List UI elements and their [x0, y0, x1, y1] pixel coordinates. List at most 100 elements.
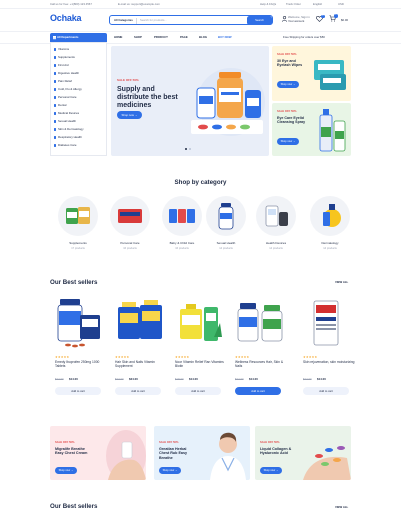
- banner-chest-cream: SALE OFF 50% Migralife Breathe Easy Ches…: [50, 426, 146, 480]
- product-name[interactable]: Wellness Resources Hair, Skin & Nails: [235, 360, 287, 368]
- product-name[interactable]: Noor Vitamin Relief Ran Vitamins Biotin: [175, 360, 227, 368]
- dept-item-sexual-health[interactable]: Sexual Health: [53, 119, 76, 123]
- search-category-select[interactable]: All Categories: [114, 18, 133, 22]
- promo-shop-button[interactable]: Shop now →: [277, 81, 299, 88]
- view-all-link[interactable]: VIEW ALL: [335, 280, 348, 284]
- bestsellers-title: Our Best sellers: [50, 279, 98, 286]
- category-card-supplements[interactable]: Supplements 17 products: [50, 196, 106, 258]
- product-name[interactable]: Skin rejuvenation, skin moisturizing: [303, 360, 355, 364]
- add-to-cart-button[interactable]: Add to cart: [303, 387, 349, 395]
- add-to-cart-button[interactable]: Add to cart: [115, 387, 161, 395]
- category-card-personal-care[interactable]: Personal Care 16 products: [102, 196, 158, 258]
- help-link[interactable]: Help & FAQs: [260, 2, 276, 6]
- currency-select[interactable]: USD: [338, 2, 344, 6]
- category-count: 16 products: [123, 247, 137, 250]
- dept-item-skin-dermatology[interactable]: Skin & Dermatology: [53, 127, 84, 131]
- category-image: [206, 196, 246, 236]
- price: $24.00: [129, 377, 138, 381]
- category-name: Supplements: [69, 241, 87, 245]
- product-name[interactable]: Hair Skin and Nails Vitamin Supplement: [115, 360, 167, 368]
- banner-shop-button[interactable]: Shop now →: [260, 467, 282, 474]
- category-image: [58, 196, 98, 236]
- phone-text: Call us for free: +1(800) 123 4567: [50, 1, 92, 6]
- category-name: Health Devices: [265, 241, 287, 245]
- product-name[interactable]: Emedy Ibuprofen 250mg 1000 Tablets: [55, 360, 107, 368]
- old-price: $27.00: [115, 377, 124, 381]
- nav-product[interactable]: PRODUCT: [154, 35, 168, 39]
- add-to-cart-button[interactable]: Add to cart: [235, 387, 281, 395]
- category-card-sexual-health[interactable]: Sexual Health 14 products: [198, 196, 254, 258]
- category-count: 14 products: [323, 247, 337, 250]
- price: $14.00: [317, 377, 326, 381]
- wishlist-button[interactable]: 0: [316, 14, 325, 24]
- banner-shop-button[interactable]: Shop now →: [159, 467, 181, 474]
- category-name: Personal Care: [120, 241, 140, 245]
- nav-blog[interactable]: BLOG: [199, 35, 207, 39]
- banner-image-doctor: [210, 432, 246, 480]
- dept-item-medical-devices[interactable]: Medical Devices: [53, 111, 79, 115]
- bestsellers-title-2: Our Best sellers: [50, 503, 98, 510]
- category-count: 17 products: [71, 247, 85, 250]
- dept-item-pain-relief[interactable]: Pain Relief: [53, 79, 72, 83]
- view-all-link-2[interactable]: VIEW ALL: [335, 505, 348, 509]
- dept-item-respiratory[interactable]: Respiratory Health: [53, 135, 82, 139]
- category-name: Sexual Health: [216, 241, 236, 245]
- search-button[interactable]: Search: [247, 16, 272, 25]
- old-price: $24.00: [55, 377, 64, 381]
- dept-item-vitamins[interactable]: Vitamins: [53, 47, 69, 51]
- dept-item-digestive-health[interactable]: Digestive Health: [53, 71, 79, 75]
- cart-button[interactable]: 0 $0.00: [329, 14, 348, 24]
- dept-item-cold-flu[interactable]: Cold, Flu & Allergy: [53, 87, 82, 91]
- product-card[interactable]: ★★★★★ Emedy Ibuprofen 250mg 1000 Tablets…: [52, 293, 108, 403]
- old-price: $18.00: [175, 377, 184, 381]
- nav-shop[interactable]: SHOP: [134, 35, 142, 39]
- hero-medicine-image: [191, 68, 265, 136]
- product-image: [313, 300, 339, 346]
- dept-item-dental[interactable]: Dental: [53, 103, 66, 107]
- carousel-dot[interactable]: [185, 148, 187, 150]
- banner-title: Migralife Breathe Easy Chest Cream: [55, 447, 88, 456]
- hero-banner: SALE OFF 50% Supply and distribute the b…: [111, 46, 269, 156]
- search-input[interactable]: Search for products...: [140, 18, 167, 22]
- site-logo[interactable]: Ochaka: [50, 13, 82, 24]
- banner-title: Liquid Collagen & Hyaluronic Acid: [260, 447, 292, 456]
- category-card-dermatology[interactable]: Dermatology 14 products: [302, 196, 358, 258]
- category-image: [162, 196, 202, 236]
- dept-item-diabetes-care[interactable]: Diabetes Care: [53, 143, 76, 147]
- banner-shop-button[interactable]: Shop now →: [55, 467, 77, 474]
- product-card[interactable]: ★★★★★ Hair Skin and Nails Vitamin Supple…: [112, 293, 168, 403]
- category-card-health-devices[interactable]: Health Devices 14 products: [248, 196, 304, 258]
- hero-title: Supply and distribute the best medicines: [117, 86, 178, 110]
- add-to-cart-button[interactable]: Add to cart: [175, 387, 221, 395]
- dept-item-first-aid[interactable]: First Aid: [53, 63, 68, 67]
- divider: [136, 18, 137, 24]
- nav-page[interactable]: PAGE: [180, 35, 188, 39]
- add-to-cart-button[interactable]: Add to cart: [55, 387, 101, 395]
- banner-sale-tag: SALE OFF 50%: [159, 441, 179, 444]
- category-icon: [53, 120, 56, 123]
- sexual-health-icon: [218, 203, 234, 230]
- hero-shop-button[interactable]: Shop now →: [117, 111, 142, 119]
- category-icon: [53, 112, 56, 115]
- nav-buy-now[interactable]: BUY NOW: [218, 35, 231, 39]
- category-icon: [53, 104, 56, 107]
- promo-shop-button[interactable]: Shop now →: [277, 138, 299, 145]
- category-icon: [53, 136, 56, 139]
- nav-home[interactable]: HOME: [114, 35, 122, 39]
- all-departments-label: All Departments: [57, 35, 79, 39]
- product-card[interactable]: ★★★★★ Skin rejuvenation, skin moisturizi…: [300, 293, 356, 403]
- price: $14.00: [69, 377, 78, 381]
- price: $14.00: [189, 377, 198, 381]
- product-card[interactable]: ★★★★★ Noor Vitamin Relief Ran Vitamins B…: [172, 293, 228, 403]
- language-select[interactable]: English: [313, 2, 322, 6]
- dept-item-supplements[interactable]: Supplements: [53, 55, 75, 59]
- dept-item-personal-care[interactable]: Personal Care: [53, 95, 76, 99]
- category-name: Dermatology: [321, 241, 339, 245]
- department-list: Vitamins Supplements First Aid Digestive…: [50, 42, 107, 156]
- all-departments-button[interactable]: All Departments: [50, 33, 107, 42]
- track-order-link[interactable]: Track Order: [286, 2, 301, 6]
- carousel-dot[interactable]: [189, 148, 191, 150]
- product-card[interactable]: ★★★★★ Wellness Resources Hair, Skin & Na…: [232, 293, 288, 403]
- category-image: [110, 196, 150, 236]
- account-label: Your account: [288, 19, 305, 23]
